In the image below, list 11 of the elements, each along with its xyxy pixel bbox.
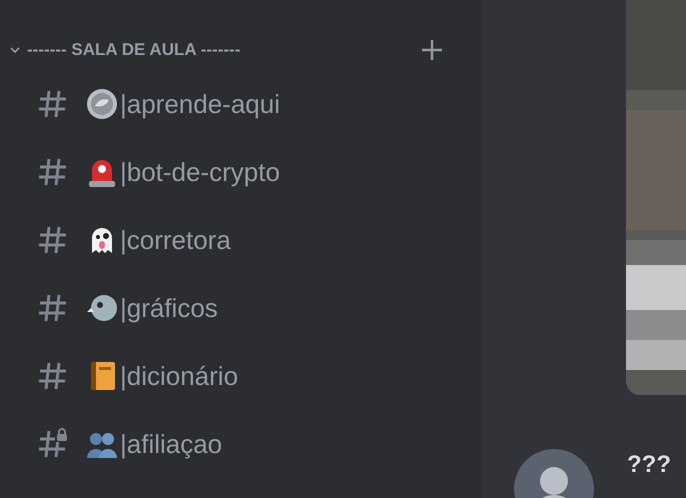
channel-name[interactable]: |aprende-aqui [120, 88, 280, 120]
channel-name[interactable]: |bot-de-crypto [120, 156, 280, 188]
coin-icon [86, 88, 118, 120]
channel-name[interactable]: |afiliaçao [120, 428, 222, 460]
message-text: ??? [627, 451, 671, 479]
channel-name[interactable]: |corretora [120, 224, 231, 256]
category-title[interactable]: ------- SALA DE AULA ------- [27, 40, 240, 60]
bird-icon [86, 292, 118, 324]
channel-name[interactable]: |dicionário [120, 360, 238, 392]
add-channel-icon[interactable] [421, 39, 443, 61]
channel-name[interactable]: |gráficos [120, 292, 218, 324]
